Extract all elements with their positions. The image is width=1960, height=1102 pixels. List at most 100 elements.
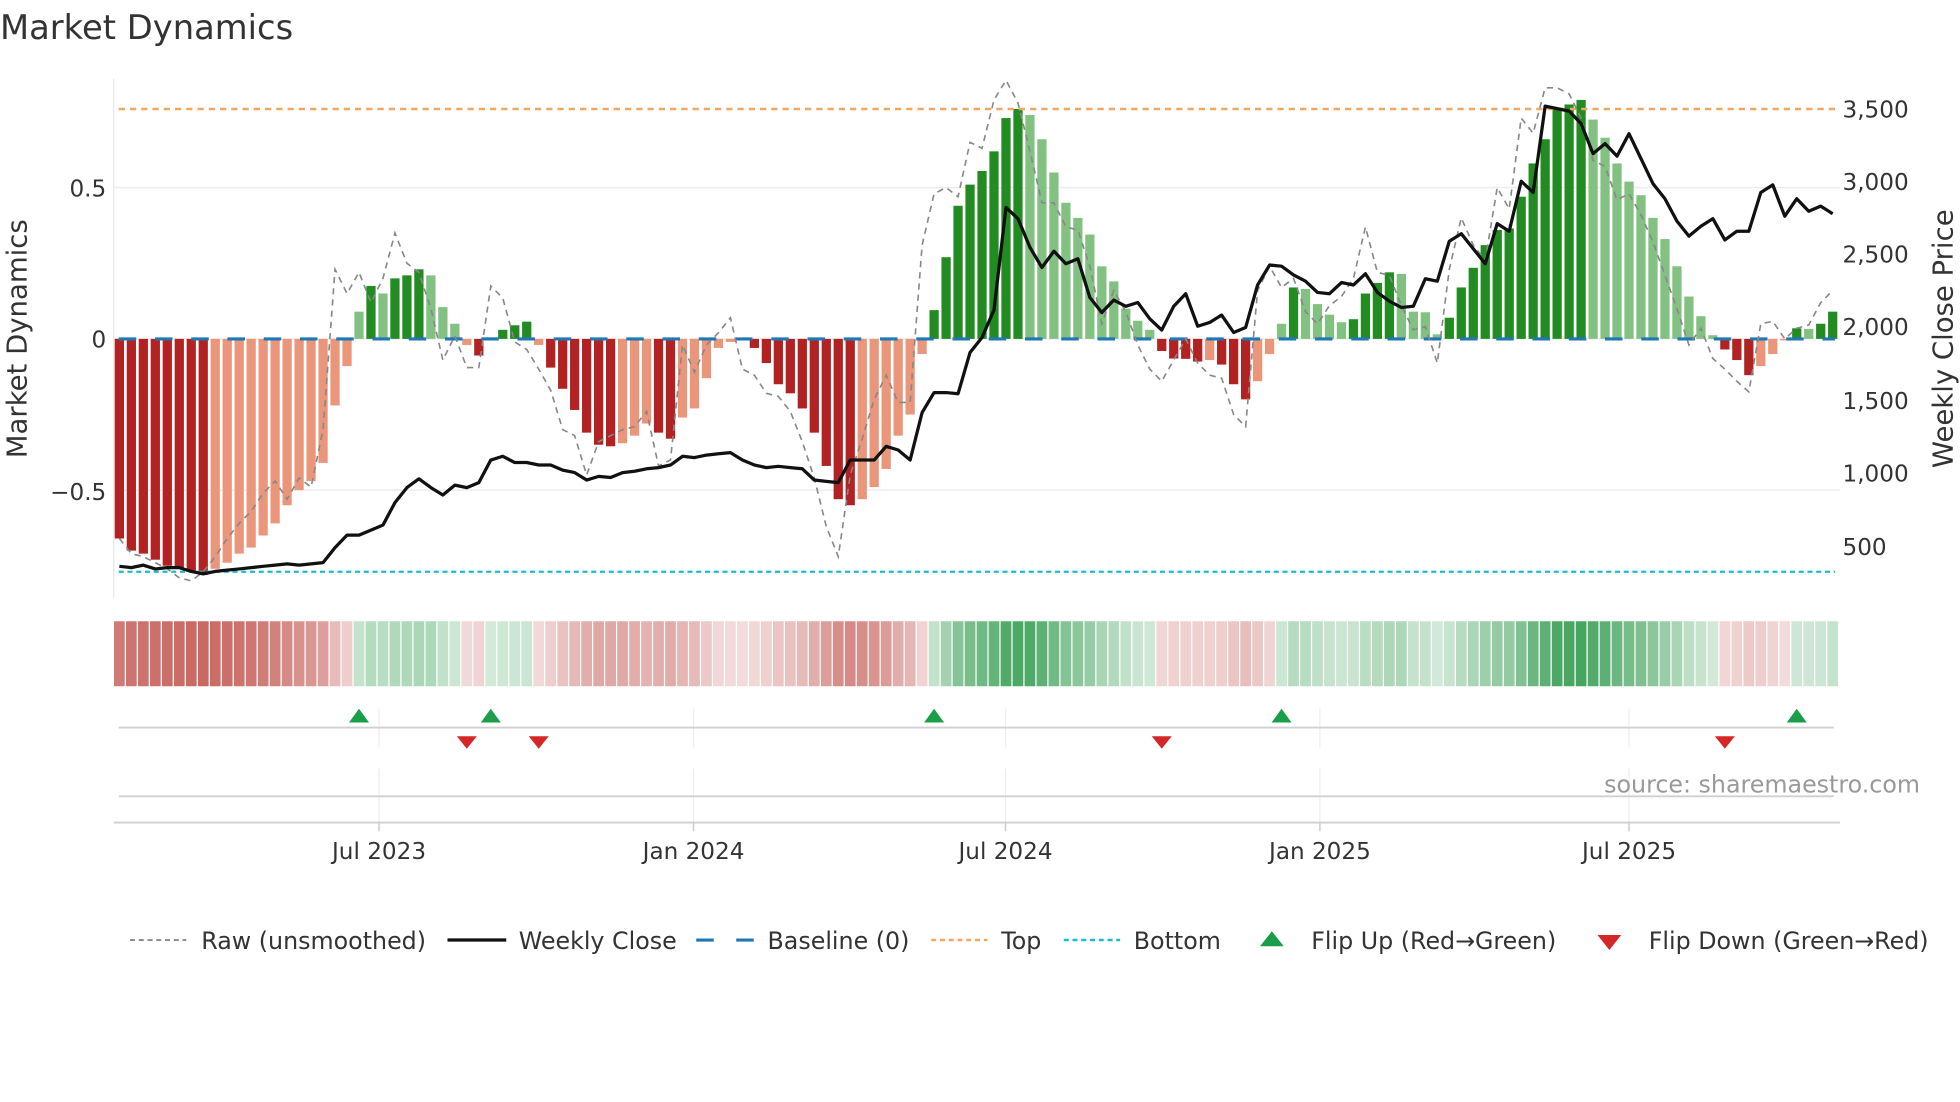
heat-cell — [808, 621, 820, 687]
bar — [378, 293, 388, 339]
heat-cell — [1743, 621, 1755, 687]
x-tick-label: Jul 2024 — [956, 839, 1052, 865]
heat-cell — [629, 621, 640, 687]
bar — [402, 275, 412, 339]
bar — [1324, 314, 1335, 339]
bar — [821, 338, 831, 466]
heat-cell — [149, 621, 161, 687]
bar — [126, 338, 136, 551]
chart-title: Market Dynamics — [0, 8, 293, 47]
heat-cell — [1288, 621, 1299, 687]
heat-cell — [1108, 621, 1120, 687]
bar — [1804, 328, 1814, 339]
legend-baseline-label: Baseline (0) — [768, 927, 910, 955]
heat-cell — [701, 621, 712, 687]
heat-cell — [796, 621, 808, 687]
bar — [282, 338, 292, 506]
bar — [917, 338, 927, 355]
heat-cell — [988, 621, 1000, 687]
heat-cell — [868, 621, 880, 687]
heat-cell — [904, 621, 916, 687]
bar — [929, 310, 939, 339]
heat-cell — [341, 621, 353, 687]
heat-cell — [569, 621, 581, 687]
heat-cell — [221, 621, 233, 687]
bar — [1264, 338, 1275, 355]
heat-cell — [197, 621, 209, 687]
heat-cell — [545, 621, 557, 687]
x-tick-label: Jan 2025 — [1267, 839, 1371, 865]
heat-cell — [1815, 621, 1827, 687]
heat-cell — [413, 621, 425, 687]
heat-cell — [233, 621, 245, 687]
heat-cell — [1587, 621, 1599, 687]
y-tick-label: −0.5 — [50, 480, 106, 506]
heat-cell — [844, 621, 856, 687]
bar — [438, 307, 448, 339]
heat-cell — [1419, 621, 1431, 687]
heat-cell — [1180, 621, 1192, 687]
bar — [498, 329, 508, 339]
heat-cell — [1575, 621, 1587, 687]
flip-up-icon — [1260, 931, 1284, 947]
heat-cell — [1407, 621, 1419, 687]
heat-cell — [449, 621, 461, 687]
bar — [665, 338, 676, 439]
bar — [1504, 228, 1514, 339]
bar — [1720, 338, 1730, 350]
heat-cell — [677, 621, 688, 687]
legend-close-label: Weekly Close — [519, 927, 677, 955]
x-axis: Jul 2023 Jan 2024 Jul 2024 Jan 2025 Jul … — [113, 821, 1840, 865]
bar — [174, 338, 184, 569]
heat-cell — [1527, 621, 1539, 687]
heat-cell — [1635, 621, 1647, 687]
heat-cell — [1731, 621, 1743, 687]
heat-cell — [1551, 621, 1563, 687]
heat-cell — [1431, 621, 1443, 687]
bar — [1252, 338, 1263, 382]
heat-cell — [737, 621, 748, 687]
y2-tick-label: 3,500 — [1843, 98, 1909, 124]
legend-bottom-label: Bottom — [1134, 927, 1221, 955]
heat-cell — [401, 621, 413, 687]
heat-cell — [820, 621, 832, 687]
bar — [234, 338, 244, 554]
y2-tick-label: 1,000 — [1843, 461, 1909, 487]
bar — [725, 338, 736, 342]
heat-cell — [1503, 621, 1515, 687]
heat-cell — [161, 621, 173, 687]
bar — [138, 338, 148, 554]
heat-cell — [1192, 621, 1204, 687]
bar — [905, 338, 915, 415]
bar — [653, 338, 664, 433]
heat-cell — [365, 621, 377, 687]
legend-flip-up-label: Flip Up (Red→Green) — [1311, 927, 1556, 955]
bar — [1181, 338, 1191, 359]
bar — [977, 171, 987, 339]
heat-cell — [1324, 621, 1335, 687]
heat-cell — [964, 621, 976, 687]
heat-cell — [521, 621, 533, 687]
bar — [797, 338, 807, 409]
bar — [1348, 319, 1359, 339]
heat-cell — [1024, 621, 1036, 687]
bar — [1516, 196, 1526, 339]
heat-cell — [1611, 621, 1623, 687]
heat-cell — [1168, 621, 1180, 687]
heat-cell — [353, 621, 365, 687]
bar — [114, 338, 125, 539]
heat-cell — [1384, 621, 1395, 687]
heat-cell — [760, 621, 772, 687]
heat-cell — [1276, 621, 1287, 687]
bar — [258, 338, 268, 536]
heat-cell — [1791, 621, 1803, 687]
bar — [1073, 217, 1083, 339]
bar — [246, 338, 256, 548]
bar — [761, 338, 771, 364]
heat-cell — [928, 621, 940, 687]
flip-up-marker — [1786, 708, 1807, 723]
bar — [701, 338, 712, 379]
heat-cell — [689, 621, 700, 687]
bar — [869, 338, 879, 488]
line-series — [118, 78, 1834, 582]
